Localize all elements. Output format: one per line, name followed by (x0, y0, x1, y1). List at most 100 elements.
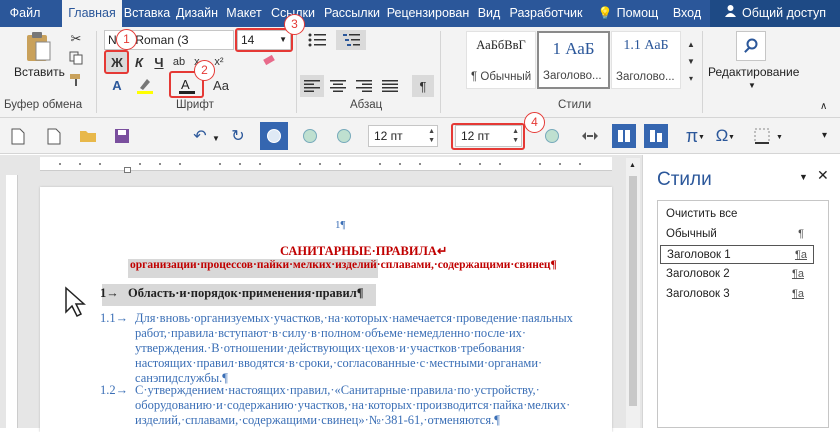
tab-home[interactable]: Главная (62, 0, 122, 27)
scrollbar-thumb[interactable] (629, 176, 637, 406)
style-item-heading2[interactable]: Заголовок 2 ¶a (660, 265, 810, 284)
find-icon[interactable] (736, 31, 766, 61)
align-center-icon[interactable] (326, 75, 350, 97)
paragraph-line: утверждения.·В·отношении·действующих·цех… (135, 341, 526, 355)
paste-label: Вставить (14, 65, 65, 79)
style-item-clear[interactable]: Очистить все (660, 205, 810, 224)
person-icon (724, 0, 737, 27)
tab-view[interactable]: Вид (472, 0, 506, 27)
document-page[interactable]: 1¶ САНИТАРНЫЕ·ПРАВИЛА↵ организации·проце… (40, 187, 612, 432)
tab-design[interactable]: Дизайн (172, 0, 222, 27)
align-right-icon[interactable] (352, 75, 376, 97)
spacing-before-input[interactable]: 12 пт ▲ ▼ (368, 125, 438, 147)
paragraph-line: С·утверждением·настоящих·правил,·«Санита… (135, 383, 540, 397)
editing-button[interactable]: Редактирование (708, 65, 799, 79)
style-item-heading1[interactable]: Заголовок 1 ¶a (660, 245, 814, 264)
redo-icon[interactable]: ↻ (226, 124, 250, 148)
chevron-down-icon: ▼ (728, 134, 735, 141)
clipboard-icon (24, 31, 52, 66)
share-button[interactable]: Общий доступ (710, 0, 840, 27)
clear-formatting-icon[interactable] (258, 51, 280, 73)
italic-button[interactable]: К (130, 51, 148, 73)
style-heading2[interactable]: 1.1 АаБ Заголово... (611, 31, 681, 89)
indent-marker[interactable] (124, 167, 131, 173)
vertical-ruler[interactable] (6, 175, 18, 428)
chevron-down-icon[interactable]: ▼ (799, 172, 808, 182)
text-effects-icon[interactable]: A (106, 75, 128, 95)
spacing-option-icon[interactable] (298, 124, 322, 148)
columns-left-icon[interactable] (612, 124, 636, 148)
paragraph-line: изделий,·сплавами,·содержащими·свинец»·№… (135, 413, 500, 427)
mouse-cursor-icon (64, 286, 86, 321)
callout-badge-2: 2 (194, 60, 215, 81)
chevron-down-icon: ▼ (687, 56, 695, 66)
paragraph-line: оборудованию·и·содержанию·участков,·на·к… (135, 398, 571, 412)
page-marker: 1¶ (335, 219, 346, 231)
open-folder-icon[interactable] (76, 124, 100, 148)
tab-file[interactable]: Файл (0, 0, 50, 27)
linked-style-icon: ¶a (791, 268, 804, 280)
format-painter-icon[interactable] (66, 71, 86, 89)
copy-icon[interactable] (66, 49, 86, 67)
paragraph-mark-icon: ¶ (798, 228, 804, 240)
undo-icon[interactable]: ↶ (188, 124, 212, 148)
chevron-down-icon: ▼ (776, 134, 783, 141)
custom-toolbar: ↶ ▼ ↻ 12 пт ▲ ▼ 12 пт ▲ ▼ π ▼ Ω ▼ ▼ ▾ (0, 118, 840, 154)
borders-icon[interactable] (750, 124, 774, 148)
pilcrow-toggle[interactable]: ¶ (412, 75, 434, 97)
change-case-icon[interactable]: Аа (210, 75, 232, 95)
highlight-icon[interactable] (132, 75, 158, 95)
customize-toolbar-icon[interactable]: ▾ (822, 130, 827, 141)
style-item-normal[interactable]: Обычный ¶ (660, 225, 810, 244)
collapse-ribbon-icon[interactable]: ∧ (820, 101, 827, 112)
callout-box-spacing-after (451, 123, 525, 150)
tab-developer[interactable]: Разработчик (506, 0, 586, 27)
list-number: 1.2→ (100, 383, 129, 397)
new-document-icon[interactable] (6, 124, 30, 148)
sign-in-link[interactable]: Вход (664, 0, 710, 27)
chevron-down-icon[interactable]: ▼ (428, 137, 435, 145)
close-icon[interactable]: ✕ (817, 167, 829, 184)
ribbon-tab-bar: Файл Главная Вставка Дизайн Макет Ссылки… (0, 0, 840, 27)
tab-insert[interactable]: Вставка (122, 0, 172, 27)
save-icon[interactable] (110, 124, 134, 148)
linked-style-icon: ¶a (791, 288, 804, 300)
gallery-scroll[interactable]: ▲ ▼ ▾ (684, 33, 698, 89)
spacing-none-icon[interactable] (260, 122, 288, 150)
strikethrough-icon[interactable]: ab (170, 51, 188, 73)
list-number: 1.1→ (100, 311, 129, 325)
justify-icon[interactable] (378, 75, 402, 97)
tab-mailings[interactable]: Рассылки (320, 0, 384, 27)
new-blank-icon[interactable] (42, 124, 66, 148)
chevron-up-icon[interactable]: ▲ (629, 162, 636, 169)
lightbulb-icon: 💡 (597, 6, 613, 20)
underline-button[interactable]: Ч (150, 51, 168, 73)
indent-icon[interactable] (578, 124, 602, 148)
paragraph-line: Для·вновь·организуемых·участков,·на·кото… (135, 311, 573, 325)
columns-right-icon[interactable] (644, 124, 668, 148)
tab-help[interactable]: 💡 Помощ (592, 0, 664, 27)
bullets-icon[interactable] (302, 30, 332, 50)
spacing-option-icon[interactable] (332, 124, 356, 148)
tab-layout[interactable]: Макет (222, 0, 266, 27)
style-normal[interactable]: АаБбВвГ ¶ Обычный (466, 31, 536, 89)
clipboard-group-label: Буфер обмена (4, 99, 83, 111)
styles-group-label: Стили (558, 99, 592, 111)
scissors-icon[interactable]: ✂ (66, 30, 86, 48)
style-item-heading3[interactable]: Заголовок 3 ¶a (660, 285, 810, 304)
multilevel-list-icon[interactable] (336, 30, 366, 50)
tab-review[interactable]: Рецензирован (384, 0, 472, 27)
paste-button[interactable] (18, 31, 58, 65)
paragraph-group-label: Абзац (350, 99, 383, 111)
font-group-label: Шрифт (176, 99, 214, 111)
align-left-icon[interactable] (300, 75, 324, 97)
separator (702, 31, 703, 113)
chevron-down-icon: ▼ (748, 81, 756, 90)
styles-list: Очистить все Обычный ¶ Заголовок 1 ¶a За… (657, 200, 829, 428)
callout-box-bold (104, 50, 129, 74)
style-heading1[interactable]: 1 АаБ Заголово... (537, 31, 610, 89)
separator (440, 31, 441, 113)
heading-text: Область·и·порядок·применения·правил¶ (128, 286, 364, 300)
vertical-scrollbar[interactable]: ▲ (626, 158, 640, 428)
chevron-up-icon[interactable]: ▲ (428, 128, 435, 136)
